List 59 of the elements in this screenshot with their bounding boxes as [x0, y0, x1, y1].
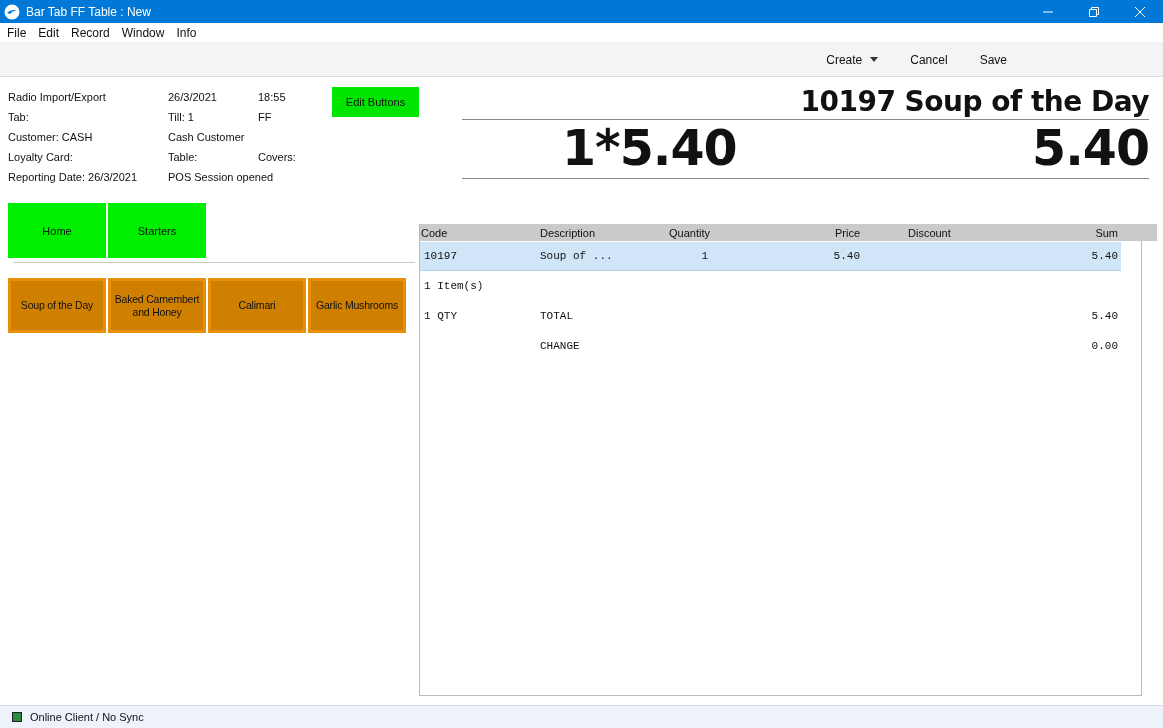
toolbar-button[interactable]: Cancel — [894, 47, 964, 72]
table-cell-text: 1 — [700, 250, 709, 262]
info-label: Loyalty Card: — [8, 151, 74, 163]
table-cell-text: TOTAL — [540, 310, 574, 322]
info-label: Covers: — [258, 151, 296, 163]
window-title: Bar Tab FF Table : New — [26, 4, 151, 19]
edit-buttons-button[interactable]: Edit Buttons — [332, 87, 419, 117]
info-label: Tab: — [8, 111, 30, 123]
table-cell-text: 10197 — [423, 250, 458, 262]
category-button[interactable]: Starters — [108, 203, 206, 258]
table-cell-text: CHANGE — [540, 340, 581, 352]
table-cell-text: Soup of ... — [540, 250, 614, 262]
info-label: Customer: CASH — [8, 131, 94, 143]
info-label: POS Session opened — [168, 171, 274, 183]
column-header[interactable]: Code — [420, 226, 540, 239]
info-label: Radio Import/Export — [8, 91, 107, 103]
category-button[interactable]: Home — [8, 203, 106, 258]
table-row[interactable]: 1 Item(s) — [420, 271, 1121, 301]
toolbar-button[interactable]: Save — [963, 47, 1023, 72]
table-row[interactable]: 1 QTY TOTAL 5.40 — [420, 301, 1121, 331]
app-logo-icon — [4, 3, 20, 20]
table-row[interactable]: CHANGE 0.00 — [420, 331, 1121, 361]
product-button[interactable]: Baked Camembert and Honey — [108, 278, 206, 333]
item-display: 10197 Soup of the Day — [800, 85, 1149, 119]
column-header[interactable]: Sum — [955, 226, 1118, 239]
menu-item[interactable]: File — [7, 25, 27, 40]
table-cell-text: 5.40 — [832, 250, 860, 262]
restore-icon — [1088, 5, 1100, 18]
menu-item[interactable]: Edit — [38, 25, 60, 40]
column-header[interactable]: Quantity — [667, 226, 710, 239]
info-label: Till: 1 — [168, 111, 195, 123]
info-label: Table: — [168, 151, 199, 163]
product-button[interactable]: Garlic Mushrooms — [308, 278, 406, 333]
column-header[interactable]: Price — [710, 226, 860, 239]
info-label: Reporting Date: 26/3/2021 — [8, 171, 139, 183]
info-label: Cash Customer — [168, 131, 246, 143]
calculation-display: 1*5.40 — [562, 120, 737, 178]
table-row[interactable]: 10197 Soup of ... 1 5.40 5.40 — [420, 242, 1121, 271]
product-button[interactable]: Calimari — [208, 278, 306, 333]
info-label: FF — [258, 111, 272, 123]
info-label: 26/3/2021 — [168, 91, 218, 103]
menu-item[interactable]: Record — [71, 25, 110, 40]
status-text: Online Client / No Sync — [30, 711, 144, 723]
connection-status-icon — [12, 712, 22, 722]
table-cell-text: 0.00 — [1090, 340, 1118, 352]
table-cell-text: 1 QTY — [423, 310, 458, 322]
amount-display: 5.40 — [1032, 120, 1149, 178]
product-button[interactable]: Soup of the Day — [8, 278, 106, 333]
caret-icon — [870, 57, 879, 62]
toolbar-button[interactable]: Create — [810, 47, 895, 72]
menu-item[interactable]: Info — [176, 25, 197, 40]
column-header[interactable]: Description — [540, 226, 667, 239]
close-icon — [1134, 5, 1146, 18]
column-header[interactable]: Discount — [860, 226, 955, 239]
table-cell-text: 5.40 — [1090, 310, 1118, 322]
table-cell-text: 5.40 — [1090, 250, 1118, 262]
info-label: 18:55 — [258, 91, 286, 103]
table-cell-text: 1 Item(s) — [423, 280, 485, 292]
menu-item[interactable]: Window — [121, 25, 165, 40]
